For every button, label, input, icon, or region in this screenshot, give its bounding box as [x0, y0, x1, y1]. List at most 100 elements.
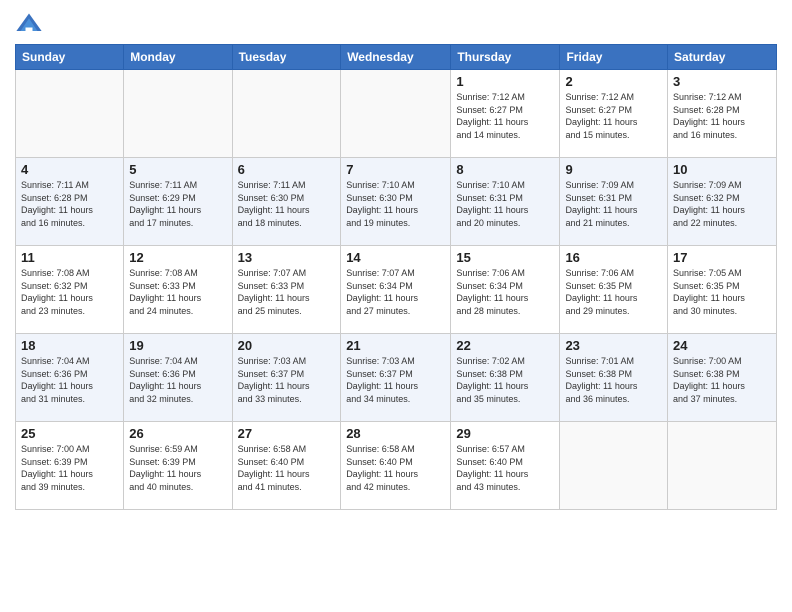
calendar-cell: 29 Sunrise: 6:57 AM Sunset: 6:40 PM Dayli…	[451, 422, 560, 510]
day-info: Sunrise: 6:58 AM Sunset: 6:40 PM Dayligh…	[238, 443, 336, 493]
day-info: Sunrise: 7:04 AM Sunset: 6:36 PM Dayligh…	[21, 355, 118, 405]
calendar-cell: 5 Sunrise: 7:11 AM Sunset: 6:29 PM Daylig…	[124, 158, 232, 246]
day-info: Sunrise: 7:11 AM Sunset: 6:29 PM Dayligh…	[129, 179, 226, 229]
day-number: 7	[346, 162, 445, 177]
day-number: 24	[673, 338, 771, 353]
calendar-cell: 17 Sunrise: 7:05 AM Sunset: 6:35 PM Dayli…	[668, 246, 777, 334]
calendar-cell: 14 Sunrise: 7:07 AM Sunset: 6:34 PM Dayli…	[341, 246, 451, 334]
header-thursday: Thursday	[451, 45, 560, 70]
day-info: Sunrise: 6:57 AM Sunset: 6:40 PM Dayligh…	[456, 443, 554, 493]
day-number: 19	[129, 338, 226, 353]
calendar-cell: 22Sunrise: 7:02 AM Sunset: 6:38 PM Dayli…	[451, 334, 560, 422]
day-number: 25	[21, 426, 118, 441]
week-row-4: 18 Sunrise: 7:04 AM Sunset: 6:36 PM Dayli…	[16, 334, 777, 422]
week-row-5: 25 Sunrise: 7:00 AM Sunset: 6:39 PM Dayli…	[16, 422, 777, 510]
day-info: Sunrise: 7:00 AM Sunset: 6:38 PM Dayligh…	[673, 355, 771, 405]
day-number: 1	[456, 74, 554, 89]
day-info: Sunrise: 7:06 AM Sunset: 6:35 PM Dayligh…	[565, 267, 662, 317]
calendar-table: Sunday Monday Tuesday Wednesday Thursday…	[15, 44, 777, 510]
week-row-1: 1 Sunrise: 7:12 AM Sunset: 6:27 PM Daylig…	[16, 70, 777, 158]
day-number: 16	[565, 250, 662, 265]
day-info: Sunrise: 7:10 AM Sunset: 6:31 PM Dayligh…	[456, 179, 554, 229]
day-number: 14	[346, 250, 445, 265]
calendar-cell: 12 Sunrise: 7:08 AM Sunset: 6:33 PM Dayli…	[124, 246, 232, 334]
calendar-cell: 16 Sunrise: 7:06 AM Sunset: 6:35 PM Dayli…	[560, 246, 668, 334]
day-info: Sunrise: 7:10 AM Sunset: 6:30 PM Dayligh…	[346, 179, 445, 229]
day-number: 2	[565, 74, 662, 89]
day-info: Sunrise: 7:11 AM Sunset: 6:28 PM Dayligh…	[21, 179, 118, 229]
calendar-cell: 20 Sunrise: 7:03 AM Sunset: 6:37 PM Dayli…	[232, 334, 341, 422]
day-number: 12	[129, 250, 226, 265]
header-sunday: Sunday	[16, 45, 124, 70]
day-info: Sunrise: 7:09 AM Sunset: 6:31 PM Dayligh…	[565, 179, 662, 229]
calendar-cell: 21Sunrise: 7:03 AM Sunset: 6:37 PM Dayli…	[341, 334, 451, 422]
calendar-cell: 11Sunrise: 7:08 AM Sunset: 6:32 PM Dayli…	[16, 246, 124, 334]
calendar-cell	[124, 70, 232, 158]
day-info: Sunrise: 7:11 AM Sunset: 6:30 PM Dayligh…	[238, 179, 336, 229]
day-number: 10	[673, 162, 771, 177]
week-row-3: 11Sunrise: 7:08 AM Sunset: 6:32 PM Dayli…	[16, 246, 777, 334]
day-number: 13	[238, 250, 336, 265]
day-number: 4	[21, 162, 118, 177]
logo	[15, 10, 47, 38]
day-info: Sunrise: 7:12 AM Sunset: 6:27 PM Dayligh…	[565, 91, 662, 141]
day-info: Sunrise: 7:07 AM Sunset: 6:33 PM Dayligh…	[238, 267, 336, 317]
day-number: 28	[346, 426, 445, 441]
day-number: 9	[565, 162, 662, 177]
days-header-row: Sunday Monday Tuesday Wednesday Thursday…	[16, 45, 777, 70]
day-number: 5	[129, 162, 226, 177]
calendar-cell: 9 Sunrise: 7:09 AM Sunset: 6:31 PM Daylig…	[560, 158, 668, 246]
day-info: Sunrise: 7:07 AM Sunset: 6:34 PM Dayligh…	[346, 267, 445, 317]
calendar-cell	[560, 422, 668, 510]
day-number: 22	[456, 338, 554, 353]
day-info: Sunrise: 7:04 AM Sunset: 6:36 PM Dayligh…	[129, 355, 226, 405]
day-info: Sunrise: 7:01 AM Sunset: 6:38 PM Dayligh…	[565, 355, 662, 405]
day-number: 27	[238, 426, 336, 441]
calendar-cell: 10 Sunrise: 7:09 AM Sunset: 6:32 PM Dayli…	[668, 158, 777, 246]
calendar-cell	[341, 70, 451, 158]
calendar-cell	[16, 70, 124, 158]
calendar-cell: 15 Sunrise: 7:06 AM Sunset: 6:34 PM Dayli…	[451, 246, 560, 334]
day-number: 15	[456, 250, 554, 265]
day-info: Sunrise: 7:03 AM Sunset: 6:37 PM Dayligh…	[238, 355, 336, 405]
day-info: Sunrise: 7:12 AM Sunset: 6:28 PM Dayligh…	[673, 91, 771, 141]
day-number: 17	[673, 250, 771, 265]
day-info: Sunrise: 7:08 AM Sunset: 6:33 PM Dayligh…	[129, 267, 226, 317]
day-info: Sunrise: 7:06 AM Sunset: 6:34 PM Dayligh…	[456, 267, 554, 317]
calendar-cell: 18 Sunrise: 7:04 AM Sunset: 6:36 PM Dayli…	[16, 334, 124, 422]
calendar-cell: 24 Sunrise: 7:00 AM Sunset: 6:38 PM Dayli…	[668, 334, 777, 422]
calendar-cell: 23 Sunrise: 7:01 AM Sunset: 6:38 PM Dayli…	[560, 334, 668, 422]
day-info: Sunrise: 6:58 AM Sunset: 6:40 PM Dayligh…	[346, 443, 445, 493]
header	[15, 10, 777, 38]
calendar-cell: 25 Sunrise: 7:00 AM Sunset: 6:39 PM Dayli…	[16, 422, 124, 510]
calendar-cell	[232, 70, 341, 158]
calendar-cell: 6Sunrise: 7:11 AM Sunset: 6:30 PM Daylig…	[232, 158, 341, 246]
header-friday: Friday	[560, 45, 668, 70]
day-number: 18	[21, 338, 118, 353]
calendar-cell: 27 Sunrise: 6:58 AM Sunset: 6:40 PM Dayli…	[232, 422, 341, 510]
calendar-cell: 1 Sunrise: 7:12 AM Sunset: 6:27 PM Daylig…	[451, 70, 560, 158]
calendar-cell: 3 Sunrise: 7:12 AM Sunset: 6:28 PM Daylig…	[668, 70, 777, 158]
day-info: Sunrise: 7:05 AM Sunset: 6:35 PM Dayligh…	[673, 267, 771, 317]
calendar-cell: 8 Sunrise: 7:10 AM Sunset: 6:31 PM Daylig…	[451, 158, 560, 246]
header-monday: Monday	[124, 45, 232, 70]
page: Sunday Monday Tuesday Wednesday Thursday…	[0, 0, 792, 612]
day-number: 20	[238, 338, 336, 353]
day-info: Sunrise: 7:09 AM Sunset: 6:32 PM Dayligh…	[673, 179, 771, 229]
day-info: Sunrise: 6:59 AM Sunset: 6:39 PM Dayligh…	[129, 443, 226, 493]
day-info: Sunrise: 7:00 AM Sunset: 6:39 PM Dayligh…	[21, 443, 118, 493]
calendar-cell: 13 Sunrise: 7:07 AM Sunset: 6:33 PM Dayli…	[232, 246, 341, 334]
day-info: Sunrise: 7:12 AM Sunset: 6:27 PM Dayligh…	[456, 91, 554, 141]
header-tuesday: Tuesday	[232, 45, 341, 70]
day-number: 11	[21, 250, 118, 265]
day-number: 8	[456, 162, 554, 177]
day-number: 23	[565, 338, 662, 353]
day-number: 26	[129, 426, 226, 441]
day-number: 3	[673, 74, 771, 89]
calendar-cell: 26 Sunrise: 6:59 AM Sunset: 6:39 PM Dayli…	[124, 422, 232, 510]
calendar-cell: 19 Sunrise: 7:04 AM Sunset: 6:36 PM Dayli…	[124, 334, 232, 422]
calendar-cell: 28 Sunrise: 6:58 AM Sunset: 6:40 PM Dayli…	[341, 422, 451, 510]
header-saturday: Saturday	[668, 45, 777, 70]
week-row-2: 4 Sunrise: 7:11 AM Sunset: 6:28 PM Daylig…	[16, 158, 777, 246]
day-number: 29	[456, 426, 554, 441]
